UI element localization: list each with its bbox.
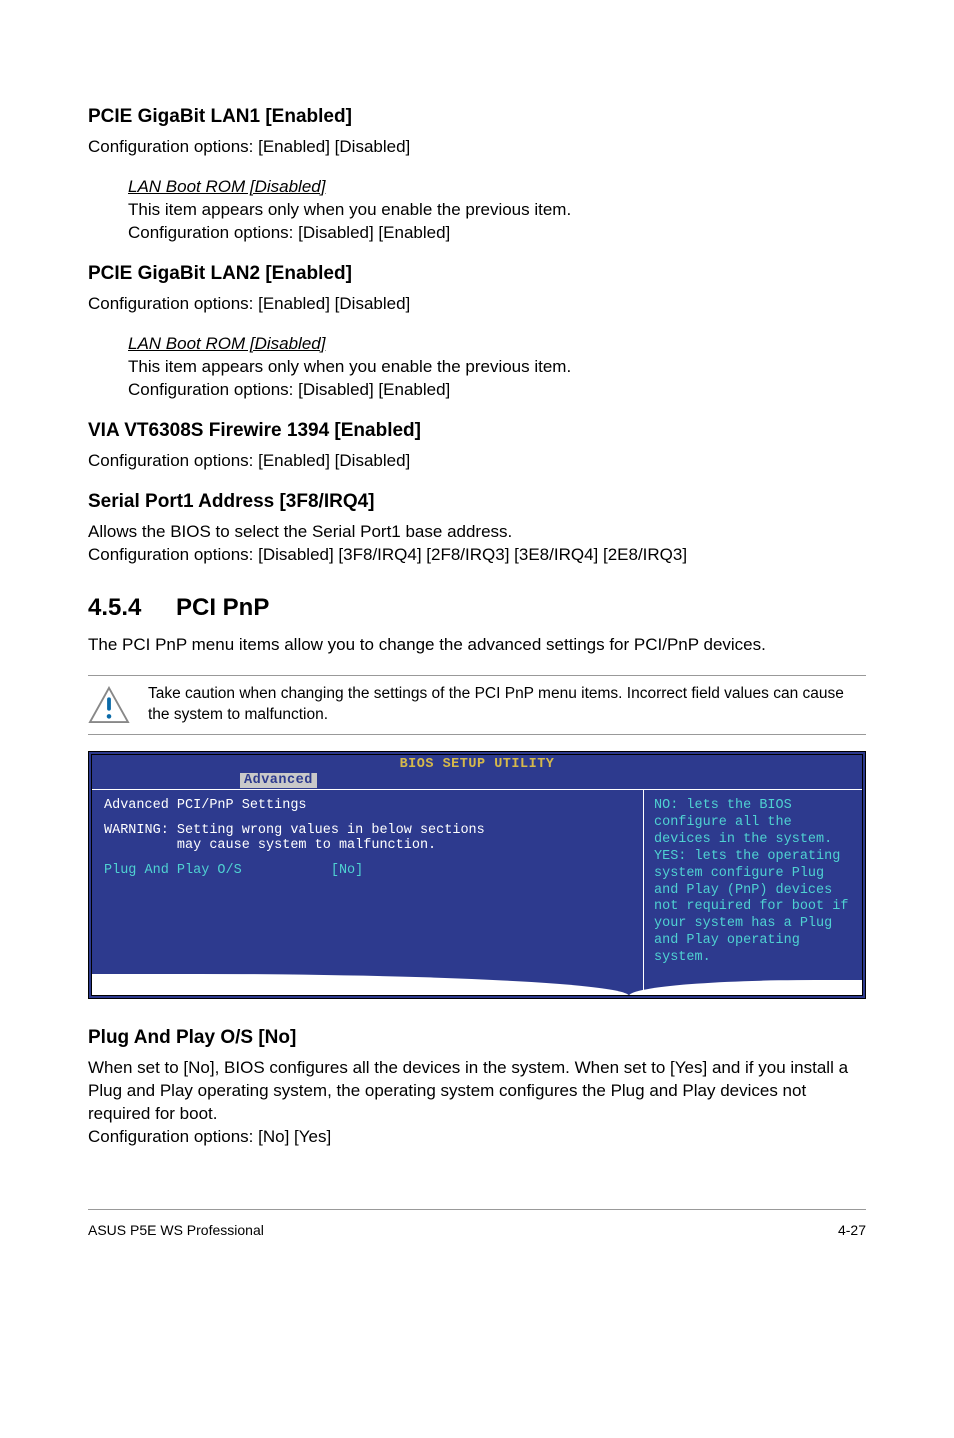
bios-left-pane: Advanced PCI/PnP Settings WARNING: Setti… (92, 790, 644, 995)
page-footer: ASUS P5E WS Professional 4-27 (88, 1209, 866, 1238)
body-pci-pnp: The PCI PnP menu items allow you to chan… (88, 634, 866, 657)
heading-pci-pnp: 4.5.4PCI PnP (88, 594, 866, 622)
heading-serial-port: Serial Port1 Address [3F8/IRQ4] (88, 491, 866, 513)
subsection-lan1-bootrom: LAN Boot ROM [Disabled] This item appear… (128, 177, 866, 245)
heading-pcie-lan2: PCIE GigaBit LAN2 [Enabled] (88, 263, 866, 285)
body-pcie-lan2: Configuration options: [Enabled] [Disabl… (88, 293, 866, 316)
bios-right-pane: NO: lets the BIOS configure all the devi… (644, 790, 862, 995)
bios-title-bar: BIOS SETUP UTILITY Advanced (92, 755, 862, 789)
body-pcie-lan1: Configuration options: [Enabled] [Disabl… (88, 136, 866, 159)
sub-body-lan2: This item appears only when you enable t… (128, 356, 866, 402)
body-plug-and-play: When set to [No], BIOS configures all th… (88, 1057, 866, 1149)
warning-icon (88, 686, 130, 724)
heading-plug-and-play: Plug And Play O/S [No] (88, 1027, 866, 1049)
bios-title: BIOS SETUP UTILITY (400, 757, 555, 772)
section-number: 4.5.4 (88, 594, 176, 622)
bios-left-heading: Advanced PCI/PnP Settings (104, 798, 631, 813)
sub-title-lan1: LAN Boot ROM [Disabled] (128, 177, 866, 197)
bios-help-text: NO: lets the BIOS configure all the devi… (654, 798, 852, 967)
heading-pcie-lan1: PCIE GigaBit LAN1 [Enabled] (88, 106, 866, 128)
body-serial-port: Allows the BIOS to select the Serial Por… (88, 521, 866, 567)
section-title: PCI PnP (176, 594, 269, 621)
bios-warning-line1: WARNING: Setting wrong values in below s… (104, 823, 631, 838)
heading-via-firewire: VIA VT6308S Firewire 1394 [Enabled] (88, 420, 866, 442)
footer-right: 4-27 (838, 1222, 866, 1238)
body-via-firewire: Configuration options: [Enabled] [Disabl… (88, 450, 866, 473)
bios-tab-advanced[interactable]: Advanced (240, 773, 317, 788)
bios-item-value: [No] (331, 863, 363, 878)
caution-box: Take caution when changing the settings … (88, 675, 866, 735)
caution-text: Take caution when changing the settings … (148, 684, 866, 726)
bios-item-label: Plug And Play O/S (104, 863, 242, 878)
footer-left: ASUS P5E WS Professional (88, 1222, 264, 1238)
bios-setup-panel: BIOS SETUP UTILITY Advanced Advanced PCI… (88, 751, 866, 999)
sub-title-lan2: LAN Boot ROM [Disabled] (128, 334, 866, 354)
bios-item-plug-and-play[interactable]: Plug And Play O/S [No] (104, 863, 631, 878)
bios-body: Advanced PCI/PnP Settings WARNING: Setti… (92, 790, 862, 995)
bios-warning-line2: may cause system to malfunction. (104, 838, 631, 853)
sub-body-lan1: This item appears only when you enable t… (128, 199, 866, 245)
subsection-lan2-bootrom: LAN Boot ROM [Disabled] This item appear… (128, 334, 866, 402)
